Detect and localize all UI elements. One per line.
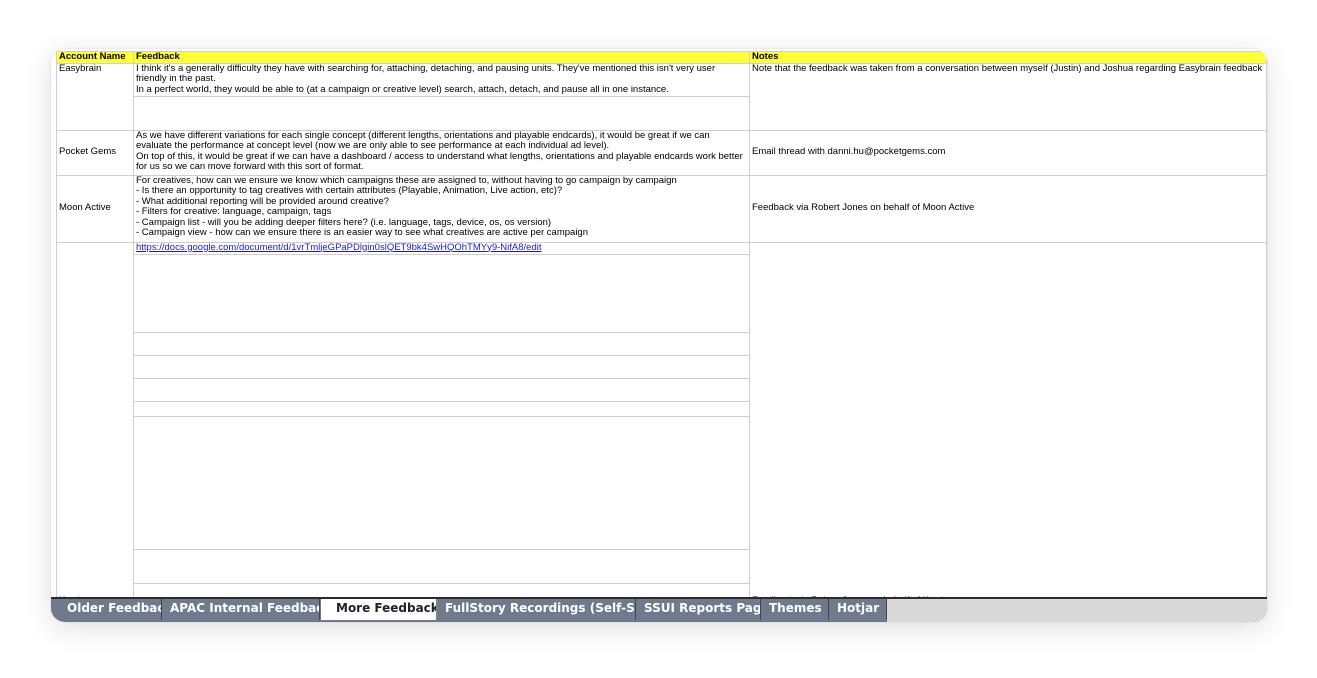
table-row: Pocket Gems As we have different variati… [56,129,1267,176]
feedback-line: - Filters for creative: language, campai… [136,206,332,217]
empty-cell[interactable] [133,582,750,597]
account-cell[interactable]: Pocket Gems [56,129,134,176]
table-row: Easybrain I think it's a generally diffi… [56,62,1267,131]
account-cell[interactable]: Easybrain [56,62,134,131]
tab-older-feedback[interactable]: Older Feedback [51,599,162,620]
sheet-tab-bar: Older Feedback APAC Internal Feedback Mo… [51,597,1267,622]
empty-cell[interactable] [133,377,750,402]
tab-apac-internal-feedback[interactable]: APAC Internal Feedback [162,599,320,620]
empty-cell[interactable] [133,354,750,379]
notes-cell[interactable]: Note that the feedback was taken from a … [749,62,1267,131]
doc-link[interactable]: https://docs.google.com/document/d/1vrTm… [136,243,542,253]
notes-cell[interactable]: Feedback via Robert Jones on behalf of K… [749,241,1267,597]
notes-cell[interactable]: Feedback via Robert Jones on behalf of M… [749,174,1267,243]
tab-fullstory-recordings[interactable]: FullStory Recordings (Self-Serv [437,599,636,620]
tab-bar-background [887,599,1267,622]
feedback-link-cell[interactable]: https://docs.google.com/document/d/1vrTm… [133,241,750,255]
feedback-table: Account Name Feedback Notes Easybrain I … [56,51,1267,597]
tab-more-feedback[interactable]: More Feedback [321,599,437,620]
spreadsheet-window: Account Name Feedback Notes Easybrain I … [51,49,1267,622]
empty-cell[interactable] [133,415,750,550]
empty-cell[interactable] [133,331,750,356]
empty-cell[interactable] [133,400,750,417]
tab-themes[interactable]: Themes [761,599,829,620]
feedback-line: As we have different variations for each… [136,130,713,151]
header-notes[interactable]: Notes [749,51,1267,64]
tab-ssui-reports-page[interactable]: SSUI Reports Page [636,599,761,620]
feedback-cell[interactable]: As we have different variations for each… [133,129,750,176]
header-row: Account Name Feedback Notes [56,51,1267,64]
feedback-cell[interactable]: For creatives, how can we ensure we know… [133,174,750,243]
header-feedback[interactable]: Feedback [133,51,750,64]
sheet-grid: Account Name Feedback Notes Easybrain I … [56,51,1267,597]
tab-hotjar[interactable]: Hotjar [829,599,887,620]
feedback-line: - Is there an opportunity to tag creativ… [136,185,563,196]
feedback-cell[interactable]: I think it's a generally difficulty they… [133,62,750,97]
empty-cell[interactable] [133,548,750,584]
account-cell[interactable]: Moon Active [56,174,134,243]
table-row: Kwalee https://docs.google.com/document/… [56,241,1267,597]
empty-cell[interactable] [133,253,750,333]
feedback-line: In a perfect world, they would be able t… [136,83,669,95]
empty-cell[interactable] [133,95,750,131]
notes-cell[interactable]: Email thread with danni.hu@pocketgems.co… [749,129,1267,176]
feedback-line: I think it's a generally difficulty they… [136,63,718,84]
feedback-line: On top of this, it would be great if we … [136,150,746,172]
table-row: Moon Active For creatives, how can we en… [56,174,1267,243]
account-cell[interactable]: Kwalee [56,241,134,597]
feedback-line: - Campaign view - how can we ensure ther… [136,227,588,238]
header-account-name[interactable]: Account Name [56,51,134,64]
